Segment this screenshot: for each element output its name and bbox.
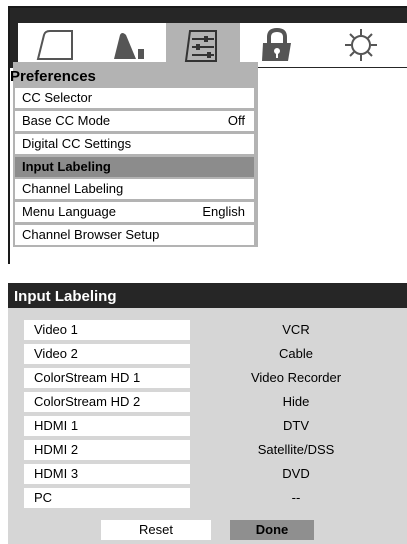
input-name-video-1: Video 1 [24,320,190,340]
input-name-hdmi-1: HDMI 1 [24,416,190,436]
menu-item-label: Digital CC Settings [22,136,132,151]
input-name-colorstream-hd-2: ColorStream HD 2 [24,392,190,412]
tab-picture[interactable] [18,23,93,67]
tab-lock[interactable] [240,23,315,67]
input-label-video-1[interactable]: VCR [193,320,399,340]
tab-preferences[interactable] [166,23,241,67]
menu-item-label: Base CC Mode [22,113,111,128]
menu-item-menu-language[interactable]: Menu Language English [15,202,254,222]
tab-sound[interactable] [92,23,167,67]
menu-item-channel-labeling[interactable]: Channel Labeling [15,179,254,199]
input-name-pc: PC [24,488,190,508]
sound-icon [106,29,152,61]
preferences-sliders-icon [180,27,226,63]
picture-icon [32,29,78,61]
input-label-colorstream-hd-2[interactable]: Hide [193,392,399,412]
menu-item-input-labeling[interactable]: Input Labeling [15,157,254,177]
menu-item-label: Input Labeling [22,159,111,174]
menu-icon-bar [10,8,407,68]
menu-item-label: Menu Language [22,204,116,219]
input-label-hdmi-1[interactable]: DTV [193,416,399,436]
tab-setup[interactable] [314,23,407,67]
lock-icon [254,27,300,63]
menu-item-label: Channel Browser Setup [22,227,160,242]
input-label-colorstream-hd-1[interactable]: Video Recorder [193,368,399,388]
input-name-video-2: Video 2 [24,344,190,364]
menu-item-channel-browser-setup[interactable]: Channel Browser Setup [15,225,254,245]
input-labeling-title: Input Labeling [14,288,117,305]
menu-item-cc-selector[interactable]: CC Selector [15,88,254,108]
menu-item-label: Channel Labeling [22,181,124,196]
input-label-pc[interactable]: -- [193,488,399,508]
menu-title: Preferences [10,68,96,85]
menu-item-base-cc-mode[interactable]: Base CC Mode Off [15,111,254,131]
input-label-hdmi-2[interactable]: Satellite/DSS [193,440,399,460]
done-button[interactable]: Done [230,520,314,540]
menu-item-digital-cc-settings[interactable]: Digital CC Settings [15,134,254,154]
input-label-video-2[interactable]: Cable [193,344,399,364]
input-name-hdmi-3: HDMI 3 [24,464,190,484]
setup-gear-icon [338,27,384,63]
input-label-hdmi-3[interactable]: DVD [193,464,399,484]
menu-item-label: CC Selector [22,90,93,105]
input-name-colorstream-hd-1: ColorStream HD 1 [24,368,190,388]
menu-item-value: Off [227,113,245,128]
input-name-hdmi-2: HDMI 2 [24,440,190,460]
menu-item-value: English [202,204,245,219]
reset-button[interactable]: Reset [101,520,211,540]
